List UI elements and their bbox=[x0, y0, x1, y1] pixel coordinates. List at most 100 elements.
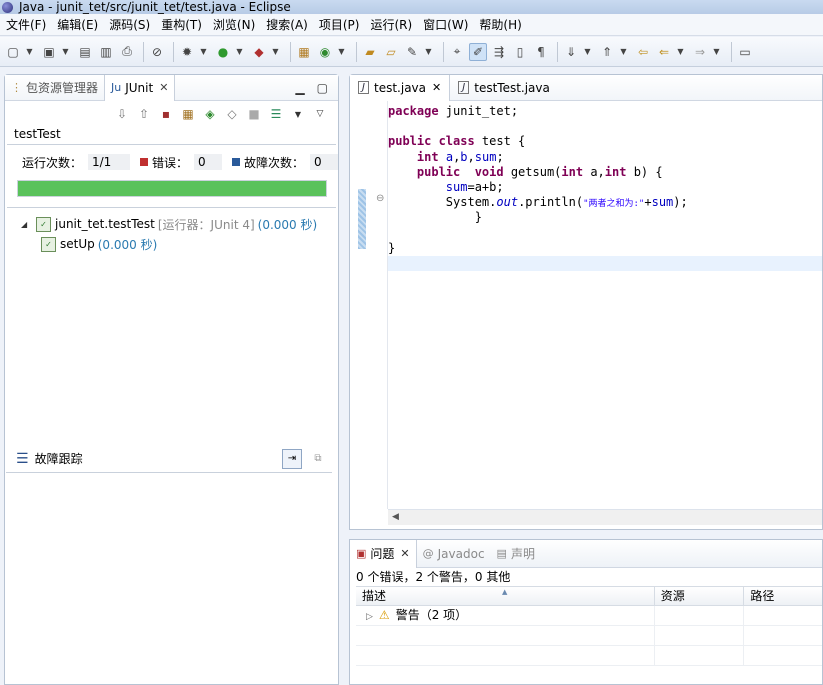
menu-edit[interactable]: 编辑(E) bbox=[57, 16, 98, 33]
filter-stack-icon[interactable]: ⇥ bbox=[282, 448, 302, 469]
column-path[interactable]: 路径 bbox=[744, 587, 822, 605]
table-row bbox=[356, 646, 822, 666]
debug-icon[interactable]: ✹ bbox=[178, 43, 196, 61]
test-passed-icon: ✓ bbox=[41, 236, 56, 252]
menu-search[interactable]: 搜索(A) bbox=[266, 16, 308, 33]
print-icon[interactable]: ⎙ bbox=[118, 43, 136, 61]
toolbar-divider bbox=[731, 41, 732, 62]
expand-arrow-icon[interactable]: ▷ bbox=[366, 612, 373, 622]
menu-help[interactable]: 帮助(H) bbox=[479, 16, 521, 33]
menu-file[interactable]: 文件(F) bbox=[6, 16, 46, 33]
stop-icon[interactable]: ■ bbox=[246, 106, 262, 122]
code-line: int a,b,sum; bbox=[416, 149, 504, 164]
view-menu-icon[interactable]: ▽ bbox=[312, 106, 328, 122]
menu-source[interactable]: 源码(S) bbox=[109, 16, 150, 33]
fold-icon[interactable]: ⊖ bbox=[376, 193, 384, 204]
table-row[interactable]: ▷ ⚠ 警告（2 项） bbox=[356, 606, 822, 626]
toggle-block-icon[interactable]: ⇶ bbox=[490, 43, 508, 61]
menu-navigate[interactable]: 浏览(N) bbox=[213, 16, 255, 33]
close-icon[interactable]: ✕ bbox=[400, 547, 409, 560]
close-icon[interactable]: ✕ bbox=[432, 81, 441, 94]
tab-javadoc[interactable]: @ Javadoc bbox=[417, 540, 491, 568]
search-icon[interactable]: ✎ bbox=[403, 43, 421, 61]
last-edit-location-icon[interactable]: ⇦ bbox=[634, 43, 652, 61]
external-tools-icon[interactable]: ◆ bbox=[250, 43, 268, 61]
tab-junit[interactable]: Ju JUnit ✕ bbox=[104, 74, 176, 101]
show-whitespace-icon[interactable]: ▯ bbox=[511, 43, 529, 61]
open-folder-icon[interactable]: ▱ bbox=[382, 43, 400, 61]
tab-test-java[interactable]: J test.java ✕ bbox=[350, 74, 451, 101]
menu-project[interactable]: 项目(P) bbox=[319, 16, 360, 33]
chevron-down-icon[interactable]: ▼ bbox=[235, 43, 244, 61]
chevron-down-icon[interactable]: ▼ bbox=[271, 43, 280, 61]
scroll-lock-icon[interactable]: ▦ bbox=[180, 106, 196, 122]
menu-run[interactable]: 运行(R) bbox=[370, 16, 412, 33]
scroll-left-icon[interactable]: ◀ bbox=[392, 512, 399, 522]
rerun-icon[interactable]: ◈ bbox=[202, 106, 218, 122]
menu-window[interactable]: 窗口(W) bbox=[423, 16, 468, 33]
runs-label: 运行次数： bbox=[22, 155, 83, 170]
keyword: public void bbox=[416, 164, 504, 179]
toolbar-divider bbox=[143, 41, 144, 62]
open-perspective-icon[interactable]: ▭ bbox=[736, 43, 754, 61]
highlight-icon[interactable]: ✐ bbox=[469, 42, 487, 61]
chevron-down-icon[interactable]: ▼ bbox=[712, 43, 721, 61]
chevron-down-icon[interactable]: ▼ bbox=[619, 43, 628, 61]
new-package-icon[interactable]: ▦ bbox=[295, 43, 313, 61]
chevron-down-icon[interactable]: ▼ bbox=[676, 43, 685, 61]
tab-package-explorer[interactable]: ⋮ 包资源管理器 bbox=[5, 75, 104, 101]
new-class-icon[interactable]: ◉ bbox=[316, 43, 334, 61]
new-icon[interactable]: ▢ bbox=[4, 43, 22, 61]
horizontal-scrollbar[interactable]: ◀ bbox=[388, 509, 822, 525]
column-description[interactable]: 描述 ▲ bbox=[356, 587, 655, 605]
toggle-mark-occurrences-icon[interactable]: ⌖ bbox=[448, 43, 466, 61]
problems-view: ▣ 问题 ✕ @ Javadoc ▤ 声明 0 个错误，2 个警告，0 其他 描… bbox=[349, 539, 823, 685]
window-title: Java - junit_tet/src/junit_tet/test.java… bbox=[19, 0, 291, 14]
tree-row-test[interactable]: ✓ setUp (0.000 秒) bbox=[7, 234, 336, 254]
paragraph-icon[interactable]: ¶ bbox=[532, 43, 550, 61]
tab-problems[interactable]: ▣ 问题 ✕ bbox=[350, 539, 417, 568]
chevron-down-icon[interactable]: ▼ bbox=[290, 106, 306, 122]
main-toolbar: ▢ ▼ ▣ ▼ ▤ ▥ ⎙ ⊘ ✹ ▼ ● ▼ ◆ ▼ ▦ ◉ ▼ ▰ ▱ ✎ ▼ ⌖ ✐ ⇶… bbox=[0, 37, 823, 67]
close-icon[interactable]: ✕ bbox=[159, 81, 168, 94]
chevron-down-icon[interactable]: ▼ bbox=[424, 43, 433, 61]
code-area[interactable]: package junit_tet; public class test { i… bbox=[388, 101, 822, 272]
previous-annotation-icon[interactable]: ⇑ bbox=[598, 43, 616, 61]
back-icon[interactable]: ⇐ bbox=[655, 43, 673, 61]
skip-breakpoints-icon[interactable]: ⊘ bbox=[148, 43, 166, 61]
rerun-failed-icon[interactable]: ◇ bbox=[224, 106, 240, 122]
history-icon[interactable]: ☰ bbox=[268, 106, 284, 122]
problems-icon: ▣ bbox=[356, 547, 367, 560]
minimize-icon[interactable]: ▁ bbox=[295, 81, 304, 95]
new-project-icon[interactable]: ▣ bbox=[40, 43, 58, 61]
failure-trace-icon: ☰ bbox=[16, 450, 29, 467]
column-resource[interactable]: 资源 bbox=[655, 587, 745, 605]
open-type-icon[interactable]: ▰ bbox=[361, 43, 379, 61]
next-failure-icon[interactable]: ⇩ bbox=[114, 106, 130, 122]
maximize-icon[interactable]: ▢ bbox=[317, 81, 328, 95]
menu-bar: 文件(F) 编辑(E) 源码(S) 重构(T) 浏览(N) 搜索(A) 项目(P… bbox=[0, 14, 823, 36]
show-failures-only-icon[interactable]: ▪ bbox=[158, 106, 174, 122]
tab-problems-label: 问题 bbox=[370, 547, 395, 561]
forward-icon[interactable]: ⇒ bbox=[691, 43, 709, 61]
tab-testtest-java[interactable]: J testTest.java bbox=[450, 75, 558, 101]
save-icon[interactable]: ▤ bbox=[76, 43, 94, 61]
tab-declaration[interactable]: ▤ 声明 bbox=[491, 540, 541, 568]
chevron-down-icon[interactable]: ▼ bbox=[25, 43, 34, 61]
save-all-icon[interactable]: ▥ bbox=[97, 43, 115, 61]
chevron-down-icon[interactable]: ▼ bbox=[337, 43, 346, 61]
errors-label: 错误： bbox=[152, 155, 189, 170]
next-annotation-icon[interactable]: ⇓ bbox=[562, 43, 580, 61]
failure-icon bbox=[232, 158, 241, 166]
tree-row-suite[interactable]: ◢ ✓ junit_tet.testTest [运行器：JUnit 4] (0.… bbox=[7, 214, 336, 234]
tab-test-java-label: test.java bbox=[374, 80, 427, 95]
expand-arrow-icon[interactable]: ◢ bbox=[21, 220, 31, 229]
run-icon[interactable]: ● bbox=[214, 43, 232, 61]
compare-icon[interactable]: ⧉ bbox=[308, 449, 328, 469]
chevron-down-icon[interactable]: ▼ bbox=[61, 43, 70, 61]
chevron-down-icon[interactable]: ▼ bbox=[583, 43, 592, 61]
menu-refactor[interactable]: 重构(T) bbox=[161, 16, 202, 33]
chevron-down-icon[interactable]: ▼ bbox=[199, 43, 208, 61]
test-tree: ◢ ✓ junit_tet.testTest [运行器：JUnit 4] (0.… bbox=[7, 207, 336, 254]
previous-failure-icon[interactable]: ⇧ bbox=[136, 106, 152, 122]
